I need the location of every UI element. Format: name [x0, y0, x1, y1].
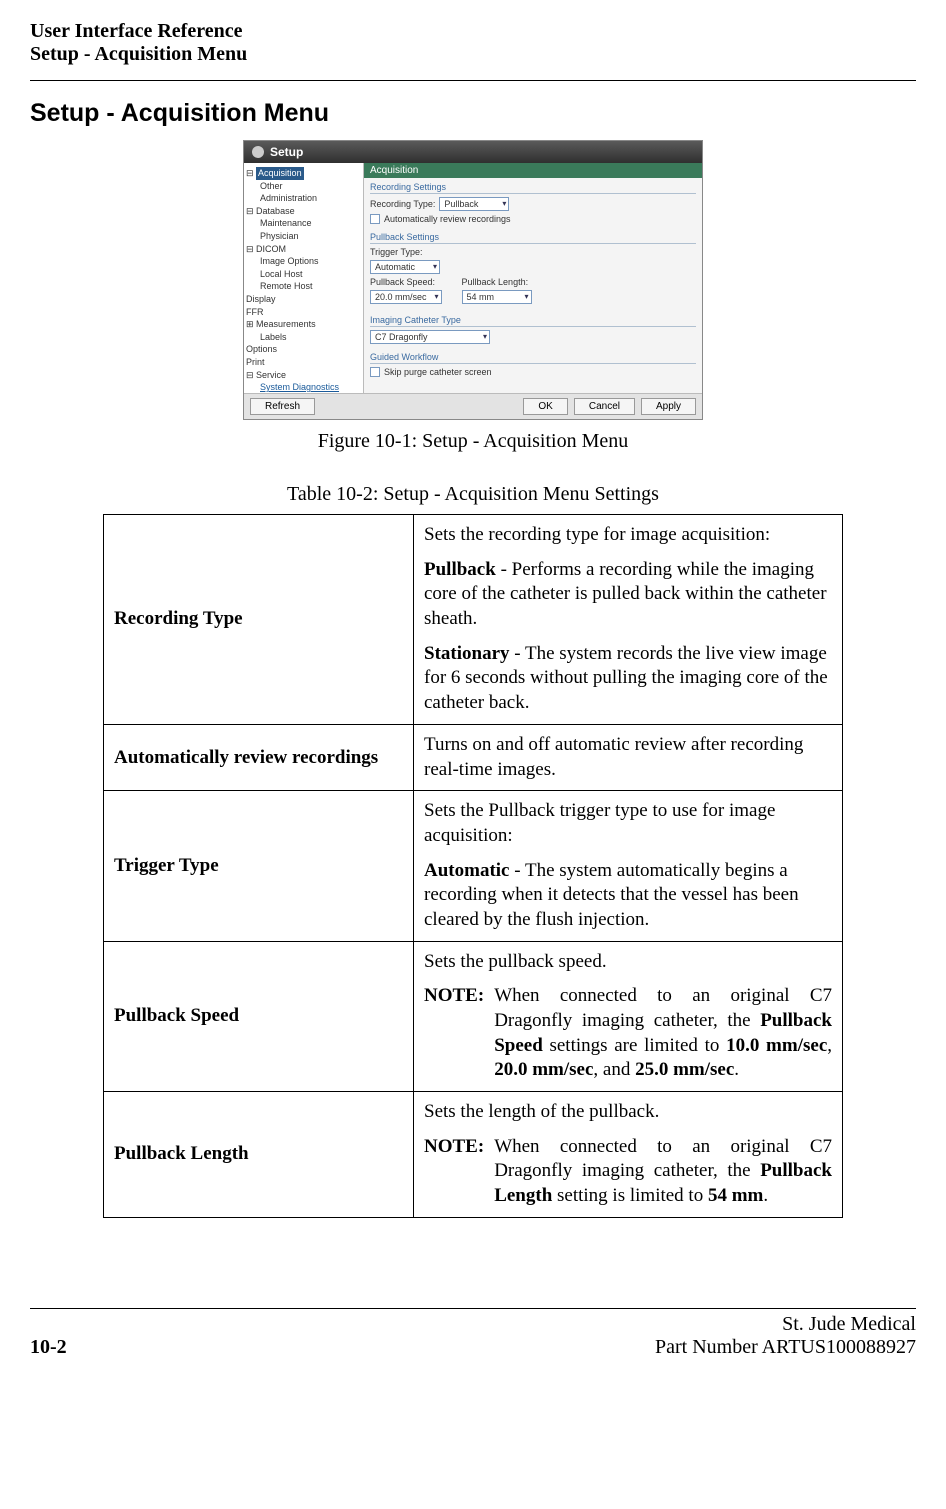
- header-line-2: Setup - Acquisition Menu: [30, 43, 916, 66]
- tree-item-system-diagnostics[interactable]: System Diagnostics: [246, 381, 361, 393]
- section-title: Setup - Acquisition Menu: [30, 99, 916, 128]
- recording-type-label: Recording Type:: [370, 199, 435, 209]
- page-footer: 10-2 St. Jude Medical Part Number ARTUS1…: [30, 1308, 916, 1359]
- refresh-button[interactable]: Refresh: [250, 398, 315, 415]
- tree-item[interactable]: Measurements: [256, 319, 316, 329]
- pullback-length-label: Pullback Length:: [462, 277, 529, 287]
- table-row: Automatically review recordings Turns on…: [104, 724, 843, 790]
- table-caption: Table 10-2: Setup - Acquisition Menu Set…: [30, 483, 916, 506]
- note-body: When connected to an original C7 Dragonf…: [494, 984, 832, 1083]
- auto-review-checkbox[interactable]: [370, 214, 380, 224]
- group-title-recording: Recording Settings: [370, 182, 696, 194]
- tree-item[interactable]: Administration: [246, 192, 361, 205]
- pullback-length-select[interactable]: 54 mm: [462, 290, 532, 304]
- recording-type-select[interactable]: Pullback: [439, 197, 509, 211]
- tree-item-acquisition[interactable]: Acquisition: [256, 167, 304, 180]
- tree-item[interactable]: Local Host: [246, 268, 361, 281]
- nav-tree[interactable]: ⊟ Acquisition Other Administration ⊟ Dat…: [244, 163, 364, 393]
- auto-review-label: Automatically review recordings: [384, 214, 511, 224]
- tree-item[interactable]: Labels: [246, 331, 361, 344]
- desc-text: Sets the Pullback trigger type to use fo…: [424, 799, 832, 848]
- gear-icon: [252, 146, 264, 158]
- footer-right: St. Jude Medical Part Number ARTUS100088…: [655, 1313, 916, 1359]
- company-name: St. Jude Medical: [655, 1313, 916, 1336]
- tree-item[interactable]: Physician: [246, 230, 361, 243]
- setting-label: Recording Type: [104, 515, 414, 725]
- part-number: Part Number ARTUS100088927: [655, 1336, 916, 1359]
- table-row: Trigger Type Sets the Pullback trigger t…: [104, 791, 843, 941]
- settings-panel: Acquisition Recording Settings Recording…: [364, 163, 702, 393]
- note: NOTE: When connected to an original C7 D…: [424, 1135, 832, 1209]
- desc-text: Sets the pullback speed.: [424, 950, 832, 975]
- skip-purge-label: Skip purge catheter screen: [384, 367, 492, 377]
- desc-text: Automatic - The system automatically beg…: [424, 859, 832, 933]
- dialog-titlebar: Setup: [244, 141, 702, 163]
- trigger-type-label: Trigger Type:: [370, 247, 423, 257]
- table-row: Recording Type Sets the recording type f…: [104, 515, 843, 725]
- catheter-type-select[interactable]: C7 Dragonfly: [370, 330, 490, 344]
- footer-rule: [30, 1308, 916, 1309]
- tree-item[interactable]: DICOM: [256, 244, 286, 254]
- setting-label: Pullback Speed: [104, 941, 414, 1091]
- desc-text: Sets the length of the pullback.: [424, 1100, 832, 1125]
- figure-caption: Figure 10-1: Setup - Acquisition Menu: [30, 430, 916, 453]
- panel-heading: Acquisition: [364, 163, 702, 178]
- table-row: Pullback Speed Sets the pullback speed. …: [104, 941, 843, 1091]
- dialog-title: Setup: [270, 145, 303, 159]
- tree-item[interactable]: Options: [246, 343, 361, 356]
- setting-desc: Sets the length of the pullback. NOTE: W…: [414, 1092, 843, 1218]
- dialog-footer: Refresh OK Cancel Apply: [244, 393, 702, 419]
- note-body: When connected to an original C7 Dragonf…: [494, 1135, 832, 1209]
- tree-item[interactable]: FFR: [246, 306, 361, 319]
- setting-desc: Turns on and off automatic review after …: [414, 724, 843, 790]
- apply-button[interactable]: Apply: [641, 398, 696, 415]
- group-title-catheter: Imaging Catheter Type: [370, 315, 696, 327]
- header-rule: [30, 80, 916, 81]
- note-label: NOTE:: [424, 984, 484, 1083]
- tree-item[interactable]: Maintenance: [246, 217, 361, 230]
- skip-purge-checkbox[interactable]: [370, 367, 380, 377]
- setting-desc: Sets the Pullback trigger type to use fo…: [414, 791, 843, 941]
- note-label: NOTE:: [424, 1135, 484, 1209]
- setting-label: Trigger Type: [104, 791, 414, 941]
- trigger-type-select[interactable]: Automatic: [370, 260, 440, 274]
- setting-desc: Sets the recording type for image acquis…: [414, 515, 843, 725]
- desc-text: Pullback - Performs a recording while th…: [424, 558, 832, 632]
- desc-text: Stationary - The system records the live…: [424, 642, 832, 716]
- setting-desc: Sets the pullback speed. NOTE: When conn…: [414, 941, 843, 1091]
- setup-dialog: Setup ⊟ Acquisition Other Administration…: [243, 140, 703, 420]
- setting-label: Automatically review recordings: [104, 724, 414, 790]
- group-title-workflow: Guided Workflow: [370, 352, 696, 364]
- tree-item[interactable]: Remote Host: [246, 280, 361, 293]
- page-number: 10-2: [30, 1336, 67, 1359]
- tree-item[interactable]: Service: [256, 370, 286, 380]
- table-row: Pullback Length Sets the length of the p…: [104, 1092, 843, 1218]
- header-line-1: User Interface Reference: [30, 20, 916, 43]
- group-title-pullback: Pullback Settings: [370, 232, 696, 244]
- tree-item[interactable]: Image Options: [246, 255, 361, 268]
- ok-button[interactable]: OK: [523, 398, 567, 415]
- note: NOTE: When connected to an original C7 D…: [424, 984, 832, 1083]
- tree-item[interactable]: Database: [256, 206, 295, 216]
- figure: Setup ⊟ Acquisition Other Administration…: [30, 140, 916, 453]
- pullback-speed-label: Pullback Speed:: [370, 277, 435, 287]
- settings-table: Recording Type Sets the recording type f…: [103, 514, 843, 1218]
- tree-item[interactable]: Other: [246, 180, 361, 193]
- desc-text: Sets the recording type for image acquis…: [424, 523, 832, 548]
- pullback-speed-select[interactable]: 20.0 mm/sec: [370, 290, 442, 304]
- cancel-button[interactable]: Cancel: [574, 398, 635, 415]
- setting-label: Pullback Length: [104, 1092, 414, 1218]
- tree-item[interactable]: Display: [246, 293, 361, 306]
- tree-item[interactable]: Print: [246, 356, 361, 369]
- running-header: User Interface Reference Setup - Acquisi…: [30, 20, 916, 66]
- desc-text: Turns on and off automatic review after …: [424, 733, 832, 782]
